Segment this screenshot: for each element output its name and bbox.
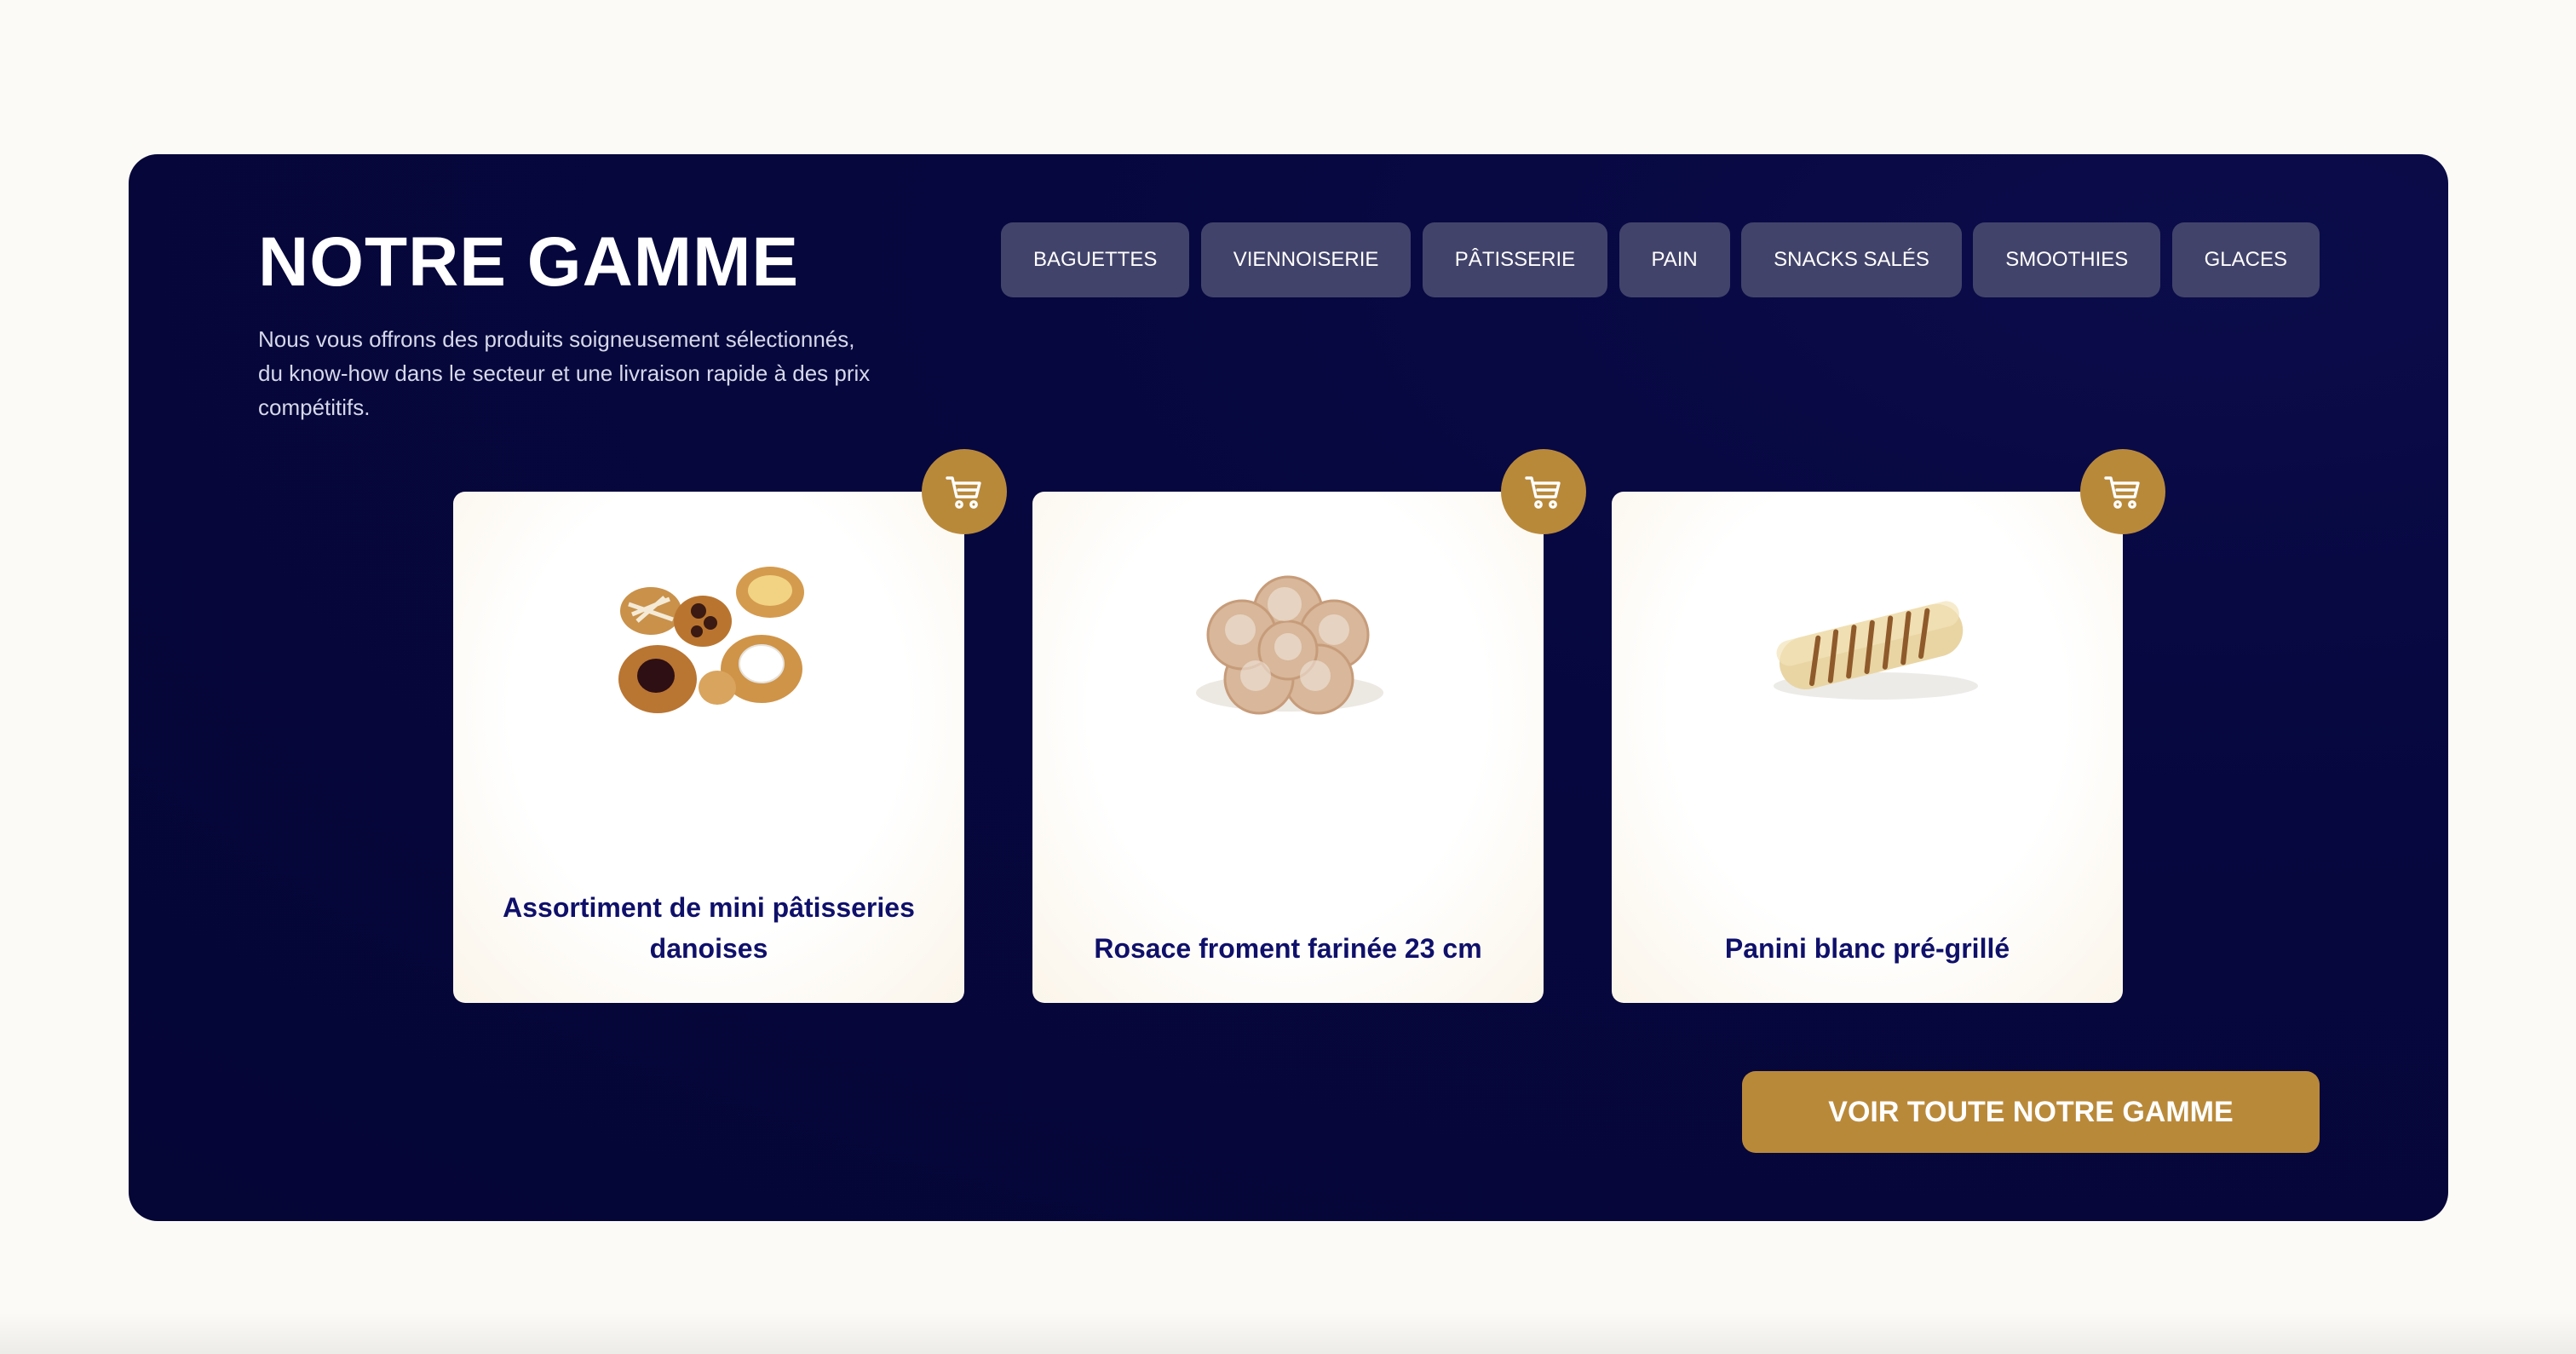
cart-icon — [1523, 471, 1564, 512]
product-card[interactable]: Rosace froment farinée 23 cm — [1032, 449, 1586, 1003]
product-card-body[interactable]: Rosace froment farinée 23 cm — [1032, 492, 1544, 1003]
product-title[interactable]: Rosace froment farinée 23 cm — [1067, 928, 1509, 969]
product-title[interactable]: Assortiment de mini pâtisseries danoises — [487, 887, 930, 969]
section-description: Nous vous offrons des produits soigneuse… — [258, 326, 871, 420]
tab-glaces[interactable]: GLACES — [2171, 222, 2320, 297]
tab-patisserie[interactable]: PÂTISSERIE — [1422, 222, 1608, 297]
add-to-cart-button[interactable] — [1501, 449, 1586, 534]
view-full-range-button[interactable]: VOIR TOUTE NOTRE GAMME — [1742, 1071, 2320, 1153]
tab-baguettes[interactable]: BAGUETTES — [1001, 222, 1190, 297]
add-to-cart-button[interactable] — [2080, 449, 2165, 534]
product-card[interactable]: Assortiment de mini pâtisseries danoises — [453, 449, 1007, 1003]
cart-icon — [944, 471, 985, 512]
category-tabs: BAGUETTES VIENNOISERIE PÂTISSERIE PAIN S… — [1001, 222, 2320, 297]
tab-snacks-sales[interactable]: SNACKS SALÉS — [1741, 222, 1962, 297]
floured-rosace-bread-photo — [1160, 526, 1416, 756]
tab-viennoiserie[interactable]: VIENNOISERIE — [1200, 222, 1412, 297]
cart-icon — [2102, 471, 2143, 512]
pre-grilled-panini-photo — [1739, 526, 1995, 756]
product-card[interactable]: Panini blanc pré-grillé — [1612, 449, 2165, 1003]
product-card-body[interactable]: Assortiment de mini pâtisseries danoises — [453, 492, 964, 1003]
product-title[interactable]: Panini blanc pré-grillé — [1646, 928, 2089, 969]
section-title: NOTRE GAMME — [258, 223, 800, 301]
tab-pain[interactable]: PAIN — [1619, 222, 1730, 297]
tab-smoothies[interactable]: SMOOTHIES — [1973, 222, 2161, 297]
mini-danish-pastries-photo — [581, 526, 837, 756]
next-section-shadow — [0, 1312, 2576, 1354]
add-to-cart-button[interactable] — [922, 449, 1007, 534]
product-card-body[interactable]: Panini blanc pré-grillé — [1612, 492, 2123, 1003]
